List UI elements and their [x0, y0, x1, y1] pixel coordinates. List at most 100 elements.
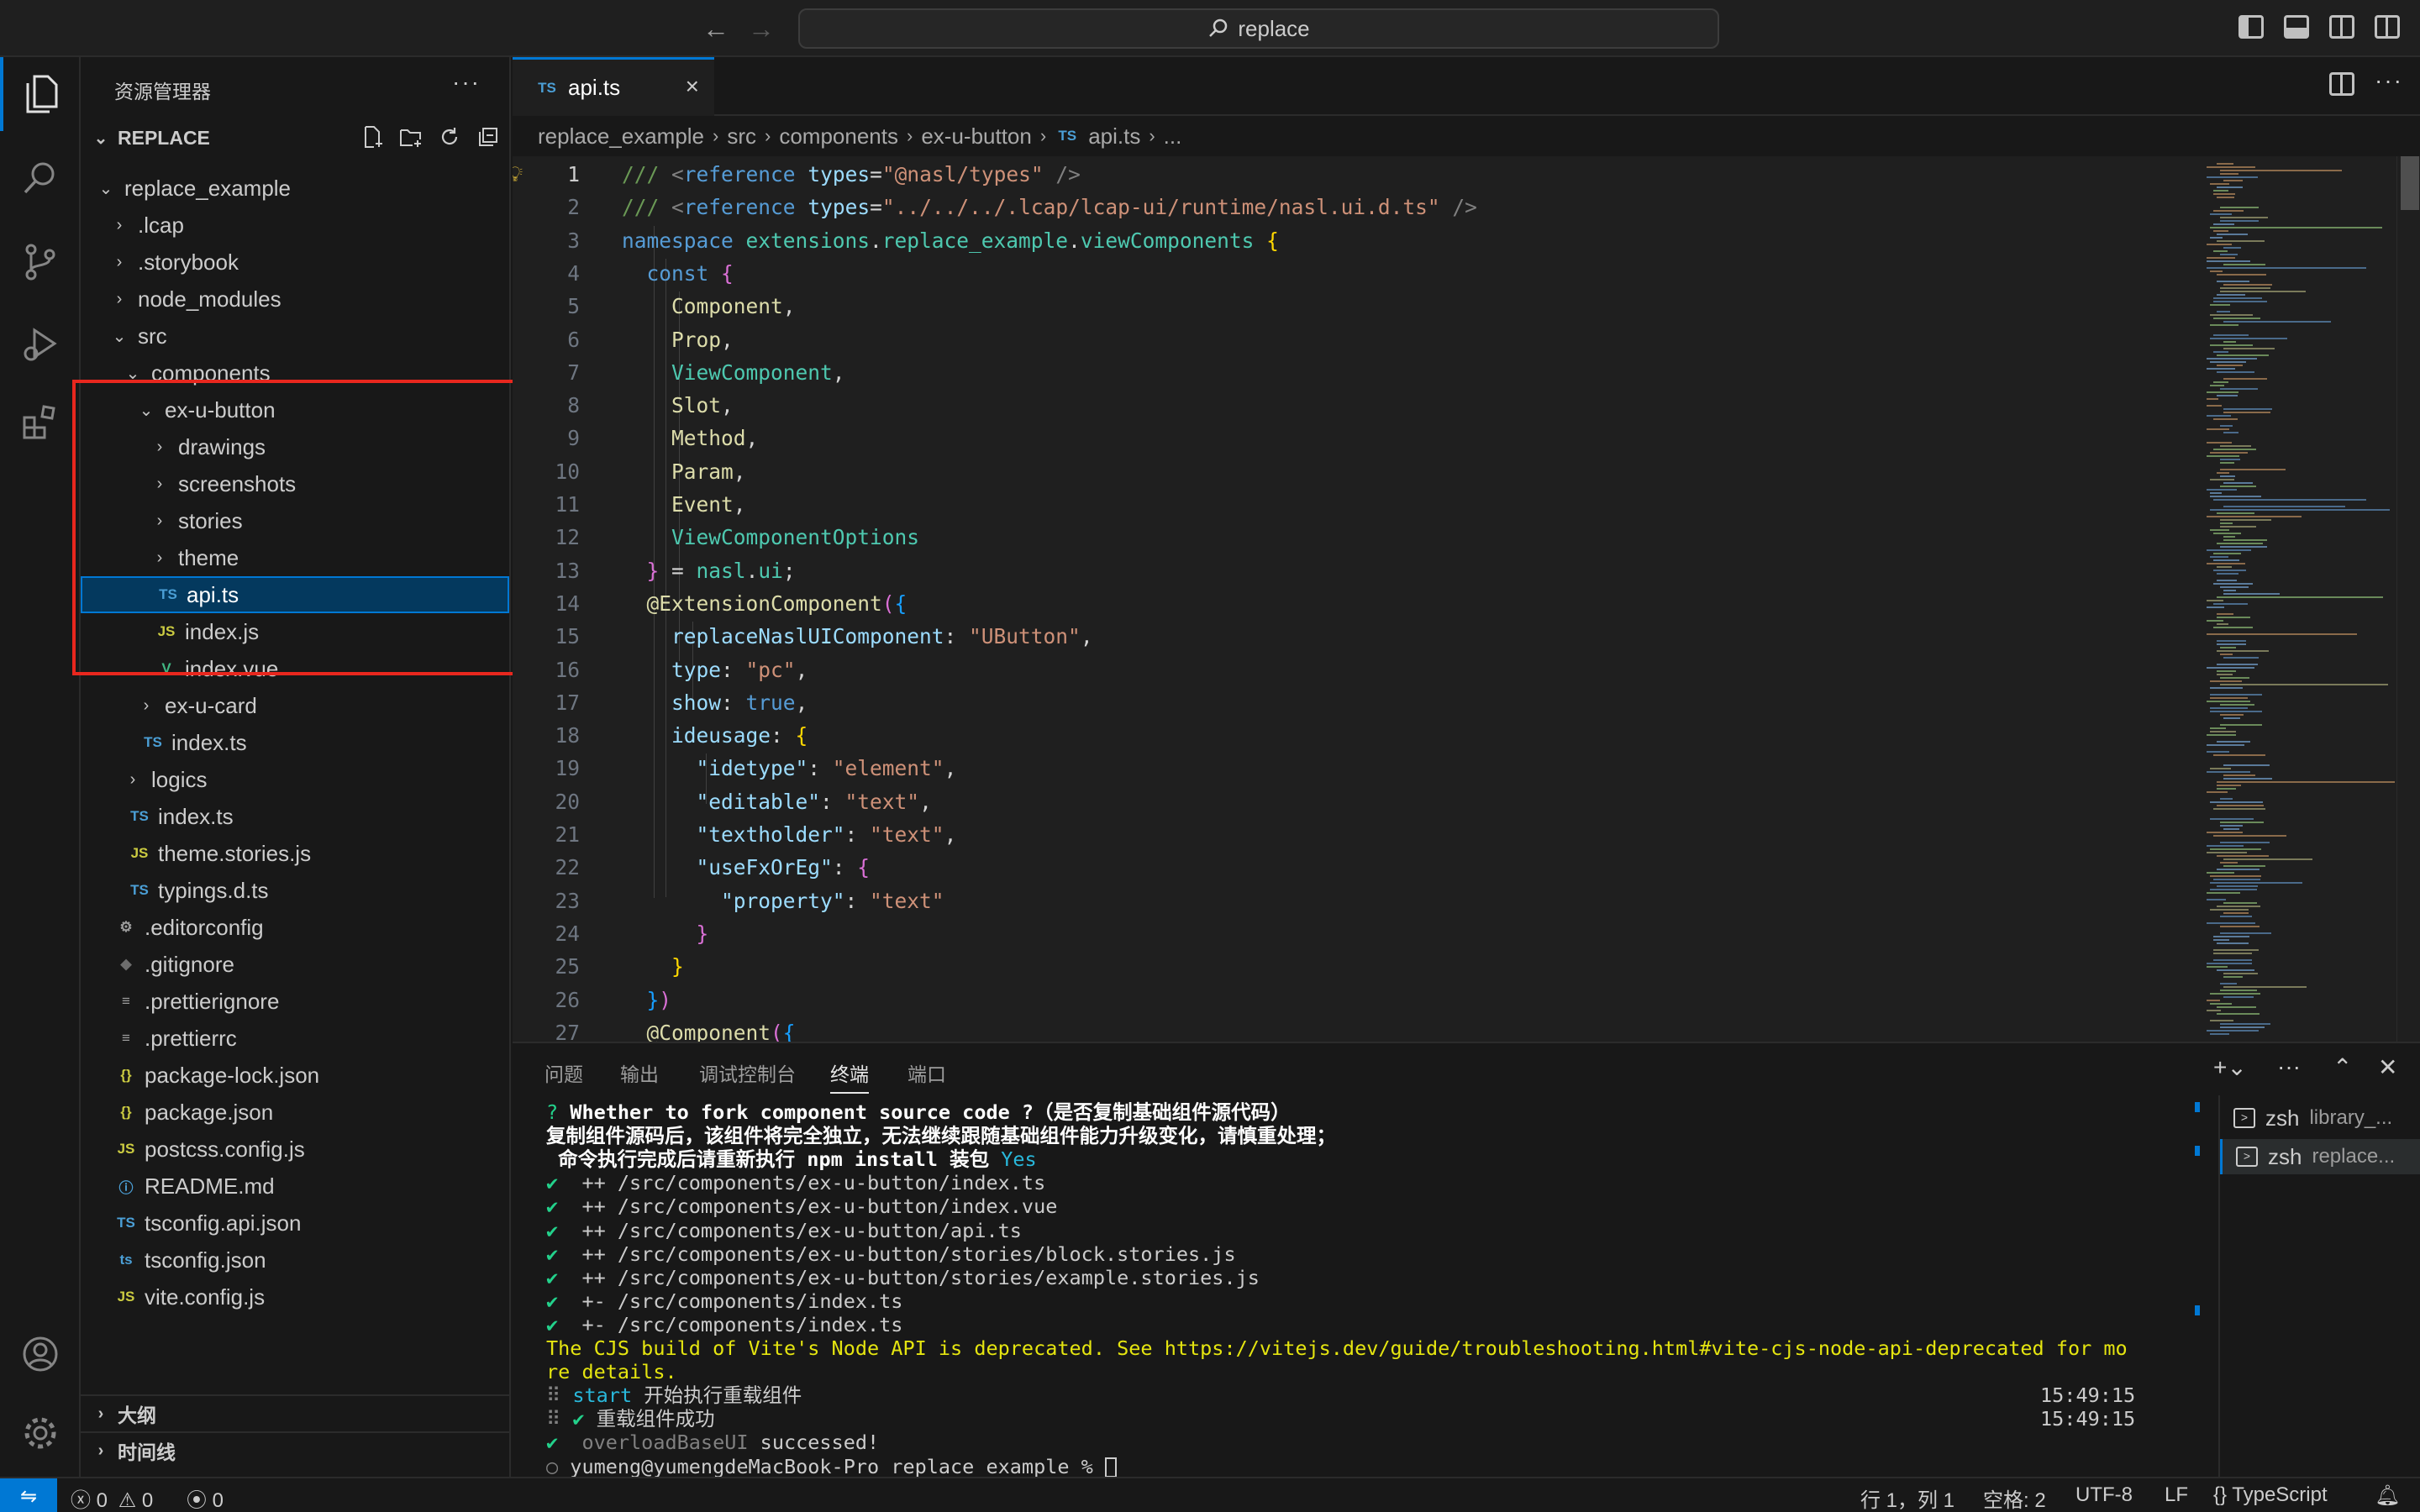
tree-file[interactable]: {} package.json [81, 1094, 509, 1131]
panel-tab[interactable]: 调试控制台 [699, 1058, 796, 1087]
toggle-secondary-sidebar-icon[interactable] [2329, 15, 2354, 39]
code-line[interactable]: 16 type: "pc", [513, 655, 2193, 685]
end-of-line[interactable]: LF [2165, 1483, 2188, 1507]
terminal-instance[interactable]: > zsh replace... [2220, 1139, 2420, 1174]
tree-folder[interactable]: › theme [81, 539, 509, 576]
new-folder-icon[interactable] [398, 124, 424, 150]
code-line[interactable]: 2 /// <reference types="../../../.lcap/lc… [513, 192, 2193, 223]
tree-file[interactable]: TS tsconfig.api.json [81, 1205, 509, 1242]
accounts-icon[interactable] [0, 1317, 81, 1391]
tree-folder[interactable]: ⌄ components [81, 354, 509, 391]
tree-file[interactable]: ≡ .prettierrc [81, 1020, 509, 1057]
breadcrumb-item[interactable]: ... [1164, 123, 1182, 150]
code-line[interactable]: 3 namespace extensions.replace_example.vi… [513, 226, 2193, 256]
outline-section[interactable]: › 大纲 [81, 1394, 509, 1431]
timeline-section[interactable]: › 时间线 [81, 1431, 509, 1468]
extensions-icon[interactable] [0, 385, 81, 459]
notifications-bell-icon[interactable]: 🔔︎ [2375, 1483, 2400, 1508]
refresh-icon[interactable] [437, 124, 462, 150]
close-icon[interactable]: × [686, 73, 699, 100]
tree-folder[interactable]: ⌄ src [81, 318, 509, 354]
terminal-output[interactable]: ? Whether to fork component source code … [513, 1095, 2185, 1478]
customize-layout-icon[interactable] [2375, 15, 2400, 39]
code-line[interactable]: 18 ideusage: { [513, 721, 2193, 751]
problems-status[interactable]: ⓧ 0 ⚠ 0 [71, 1483, 153, 1512]
code-line[interactable]: 20 "editable": "text", [513, 787, 2193, 817]
tree-folder[interactable]: ⌄ ex-u-button [81, 391, 509, 428]
explorer-icon[interactable] [0, 57, 81, 131]
scrollbar-thumb[interactable] [2401, 156, 2419, 210]
breadcrumb-item[interactable]: ex-u-button [921, 123, 1032, 150]
code-line[interactable]: 10 Param, [513, 457, 2193, 487]
tree-file[interactable]: Vindex.vue [81, 650, 509, 687]
panel-tab[interactable]: 输出 [620, 1058, 659, 1087]
tree-file[interactable]: ≡ .prettierignore [81, 983, 509, 1020]
source-control-icon[interactable] [0, 225, 81, 299]
close-panel-icon[interactable]: ✕ [2378, 1053, 2397, 1081]
tree-file[interactable]: TS api.ts [81, 576, 509, 613]
tree-folder[interactable]: › node_modules [81, 281, 509, 318]
language-mode[interactable]: {} TypeScript [2213, 1483, 2328, 1507]
breadcrumb-item[interactable]: components [779, 123, 898, 150]
breadcrumb-item[interactable]: api.ts [1088, 123, 1140, 150]
tree-file[interactable]: JS vite.config.js [81, 1278, 509, 1315]
cursor-position[interactable]: 行 1，列 1 [1860, 1483, 1954, 1512]
tree-file[interactable]: JS postcss.config.js [81, 1131, 509, 1168]
code-line[interactable]: 23 "property": "text" [513, 886, 2193, 916]
code-line[interactable]: 17 show: true, [513, 688, 2193, 718]
panel-tab[interactable]: 端口 [908, 1058, 946, 1087]
split-editor-icon[interactable] [2329, 72, 2354, 96]
more-actions-icon[interactable]: ··· [2375, 67, 2403, 94]
tree-file[interactable]: TS typings.d.ts [81, 872, 509, 909]
code-line[interactable]: 27 @Component({ [513, 1018, 2193, 1042]
tree-file[interactable]: TS index.ts [81, 798, 509, 835]
more-actions-icon[interactable]: ··· [2277, 1053, 2301, 1080]
code-line[interactable]: 19 "idetype": "element", [513, 753, 2193, 784]
code-line[interactable]: 22 "useFxOrEg": { [513, 853, 2193, 883]
code-line[interactable]: 13 } = nasl.ui; [513, 556, 2193, 586]
code-line[interactable]: 9 Method, [513, 423, 2193, 454]
new-terminal-icon[interactable]: +⌄ [2213, 1053, 2247, 1081]
back-arrow-icon[interactable]: ← [702, 12, 729, 45]
tree-folder[interactable]: › .lcap [81, 207, 509, 244]
panel-tab[interactable]: 终端 [830, 1058, 869, 1094]
ports-status[interactable]: ⦿ 0 [187, 1483, 224, 1512]
command-center-search[interactable]: replace [798, 8, 1719, 49]
tree-file[interactable]: ◆ .gitignore [81, 946, 509, 983]
tree-file[interactable]: TS index.ts [81, 724, 509, 761]
code-line[interactable]: 26 }) [513, 985, 2193, 1016]
code-editor[interactable]: 💡︎ 1/// <reference types="@nasl/types" />… [513, 156, 2420, 1042]
code-line[interactable]: 7 ViewComponent, [513, 358, 2193, 388]
search-view-icon[interactable] [0, 141, 81, 215]
breadcrumb-item[interactable]: replace_example [538, 123, 704, 150]
code-line[interactable]: 12 ViewComponentOptions [513, 522, 2193, 553]
tree-folder[interactable]: ⌄ replace_example [81, 170, 509, 207]
toggle-primary-sidebar-icon[interactable] [2238, 15, 2264, 39]
code-line[interactable]: 6 Prop, [513, 325, 2193, 355]
tree-file[interactable]: ⚙ .editorconfig [81, 909, 509, 946]
run-debug-icon[interactable] [0, 307, 81, 381]
panel-tab[interactable]: 问题 [544, 1058, 583, 1087]
tab-api-ts[interactable]: TS api.ts × [513, 57, 714, 116]
code-line[interactable]: 5 Component, [513, 291, 2193, 322]
code-line[interactable]: 14 @ExtensionComponent({ [513, 589, 2193, 619]
code-line[interactable]: 4 const { [513, 259, 2193, 289]
tree-folder[interactable]: › logics [81, 761, 509, 798]
tree-folder[interactable]: › screenshots [81, 465, 509, 502]
tree-file[interactable]: {} package-lock.json [81, 1057, 509, 1094]
code-line[interactable]: 21 "textholder": "text", [513, 820, 2193, 850]
new-file-icon[interactable] [360, 124, 385, 150]
tree-file[interactable]: ⓘ README.md [81, 1168, 509, 1205]
more-actions-icon[interactable]: ··· [452, 69, 481, 96]
editor-scrollbar[interactable] [2396, 156, 2420, 1042]
code-line[interactable]: 15 replaceNaslUIComponent: "UButton", [513, 622, 2193, 652]
tree-folder[interactable]: › .storybook [81, 244, 509, 281]
tree-file[interactable]: JS index.js [81, 613, 509, 650]
code-line[interactable]: 25 } [513, 952, 2193, 982]
tree-file[interactable]: JS theme.stories.js [81, 835, 509, 872]
remote-indicator-icon[interactable]: ⇋ [0, 1478, 57, 1512]
tree-folder[interactable]: › ex-u-card [81, 687, 509, 724]
tree-folder[interactable]: › stories [81, 502, 509, 539]
forward-arrow-icon[interactable]: → [748, 12, 775, 45]
indentation[interactable]: 空格: 2 [1983, 1483, 2046, 1512]
